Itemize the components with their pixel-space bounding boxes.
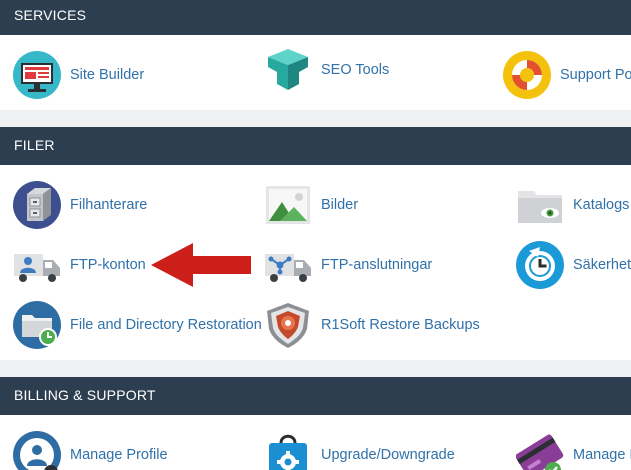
monitor-icon: [13, 51, 61, 99]
file-directory-restoration-label: File and Directory Restoration: [70, 317, 262, 333]
backup-link[interactable]: Säkerhet: [516, 240, 631, 290]
site-builder-label: Site Builder: [70, 67, 145, 83]
r1soft-restore-backups-label: R1Soft Restore Backups: [321, 317, 480, 333]
seo-tools-link[interactable]: SEO Tools: [264, 45, 389, 95]
support-portal-label: Support Po: [560, 67, 631, 83]
file-manager-link[interactable]: Filhanterare: [13, 180, 147, 230]
shopping-bag-gear-icon: [269, 434, 307, 470]
filer-panel-title: FILER: [14, 137, 55, 153]
seo-tools-label: SEO Tools: [321, 62, 390, 78]
manage-profile-label: Manage Profile: [70, 447, 168, 463]
file-cabinet-icon: [13, 181, 61, 229]
upgrade-downgrade-link[interactable]: Upgrade/Downgrade: [264, 430, 455, 470]
backup-clock-icon: [516, 241, 564, 289]
upgrade-downgrade-label: Upgrade/Downgrade: [321, 447, 455, 463]
r1soft-restore-backups-link[interactable]: R1Soft Restore Backups: [264, 300, 480, 350]
seo-cube-icon: [268, 49, 308, 90]
billing-support-panel: BILLING & SUPPORT Manage Profile Upgrade…: [0, 377, 631, 470]
manage-profile-link[interactable]: Manage Profile: [13, 430, 168, 470]
site-builder-link[interactable]: Site Builder: [13, 50, 144, 100]
ftp-connections-link[interactable]: FTP-anslutningar: [264, 240, 432, 290]
backup-label: Säkerhet: [573, 257, 631, 273]
filer-panel: FILER Filhanterare Bilder Katalogs FTP-k…: [0, 127, 631, 360]
services-panel: SERVICES Site Builder SEO Tools Support …: [0, 0, 631, 110]
support-portal-link[interactable]: Support Po: [503, 50, 631, 100]
lifebuoy-icon: [503, 51, 551, 99]
profile-user-icon: [13, 431, 61, 470]
ftp-truck-user-icon: [14, 254, 60, 282]
billing-support-panel-header: BILLING & SUPPORT: [0, 377, 631, 415]
services-panel-title: SERVICES: [14, 7, 87, 23]
file-directory-restoration-link[interactable]: File and Directory Restoration: [13, 300, 262, 350]
ftp-accounts-label: FTP-konton: [70, 257, 146, 273]
image-landscape-icon: [266, 186, 310, 224]
r1soft-shield-icon: [267, 303, 309, 348]
directory-privacy-link[interactable]: Katalogs: [516, 180, 629, 230]
directory-privacy-label: Katalogs: [573, 197, 630, 213]
ftp-truck-network-icon: [265, 254, 311, 282]
filer-panel-header: FILER: [0, 127, 631, 165]
ftp-connections-label: FTP-anslutningar: [321, 257, 433, 273]
manage-invoices-label: Manage I: [573, 447, 631, 463]
folder-eye-icon: [518, 191, 562, 223]
services-panel-header: SERVICES: [0, 0, 631, 35]
images-label: Bilder: [321, 197, 359, 213]
billing-support-panel-title: BILLING & SUPPORT: [14, 387, 156, 403]
manage-invoices-link[interactable]: Manage I: [516, 430, 631, 470]
ftp-accounts-link[interactable]: FTP-konton: [13, 240, 146, 290]
file-manager-label: Filhanterare: [70, 197, 148, 213]
images-link[interactable]: Bilder: [264, 180, 358, 230]
red-arrow-left-icon: [151, 243, 251, 287]
credit-card-check-icon: [516, 434, 564, 470]
folder-restore-icon: [13, 301, 61, 349]
